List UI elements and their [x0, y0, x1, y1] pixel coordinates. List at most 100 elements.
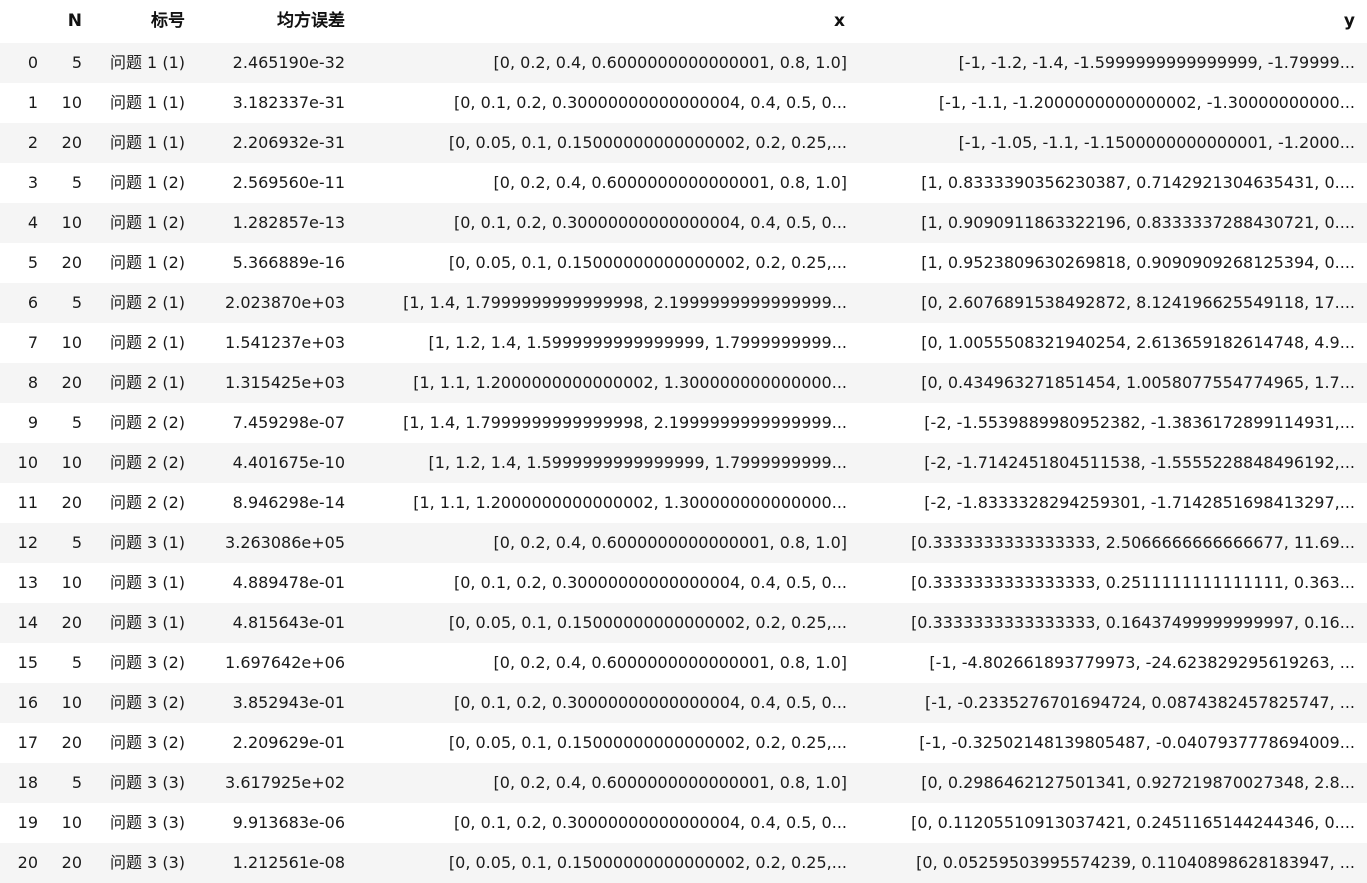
- cell-x: [0, 0.2, 0.4, 0.6000000000000001, 0.8, 1…: [493, 173, 847, 192]
- cell-n: 10: [61, 93, 82, 112]
- cell-mse: 1.212561e-08: [232, 853, 345, 872]
- table-row: 20 20 问题 3 (3) 1.212561e-08 [0, 0.05, 0.1, 0…: [0, 843, 1367, 883]
- cell-x: [1, 1.1, 1.2000000000000002, 1.300000000…: [413, 493, 847, 512]
- table-row: 5 20 问题 1 (2) 5.366889e-16 [0, 0.05, 0.1, 0.…: [0, 243, 1367, 283]
- cell-x: [0, 0.05, 0.1, 0.15000000000000002, 0.2,…: [448, 253, 847, 272]
- results-dataframe: N 标号 均方误差 x y 0 5 问题 1 (1) 2.465190e-32 [0, …: [0, 0, 1367, 883]
- table-row: 16 10 问题 3 (2) 3.852943e-01 [0, 0.1, 0.2, 0.…: [0, 683, 1367, 723]
- row-index: 14: [17, 613, 38, 632]
- row-index: 0: [27, 53, 38, 72]
- cell-n: 5: [71, 413, 82, 432]
- cell-x: [0, 0.05, 0.1, 0.15000000000000002, 0.2,…: [448, 853, 847, 872]
- cell-n: 5: [71, 653, 82, 672]
- cell-mse: 4.889478e-01: [232, 573, 345, 592]
- cell-label: 问题 1 (2): [109, 173, 185, 192]
- cell-y: [0, 0.05259503995574239, 0.1104089862818…: [916, 853, 1355, 872]
- cell-mse: 1.697642e+06: [225, 653, 345, 672]
- cell-label: 问题 2 (1): [109, 373, 185, 392]
- header-label: 标号: [94, 0, 197, 43]
- cell-n: 10: [61, 333, 82, 352]
- table-header: N 标号 均方误差 x y: [0, 0, 1367, 43]
- cell-mse: 4.401675e-10: [232, 453, 345, 472]
- row-index: 8: [27, 373, 38, 392]
- table-row: 7 10 问题 2 (1) 1.541237e+03 [1, 1.2, 1.4, 1.5…: [0, 323, 1367, 363]
- cell-label: 问题 3 (1): [109, 533, 185, 552]
- cell-y: [-1, -1.2, -1.4, -1.5999999999999999, -1…: [958, 53, 1355, 72]
- cell-label: 问题 1 (2): [109, 213, 185, 232]
- cell-y: [0, 0.2986462127501341, 0.92721987002734…: [921, 773, 1355, 792]
- cell-x: [0, 0.2, 0.4, 0.6000000000000001, 0.8, 1…: [493, 533, 847, 552]
- cell-mse: 3.852943e-01: [232, 693, 345, 712]
- cell-label: 问题 3 (3): [109, 773, 185, 792]
- table-row: 13 10 问题 3 (1) 4.889478e-01 [0, 0.1, 0.2, 0.…: [0, 563, 1367, 603]
- cell-mse: 3.263086e+05: [225, 533, 345, 552]
- row-index: 3: [27, 173, 38, 192]
- cell-n: 10: [61, 693, 82, 712]
- cell-x: [1, 1.1, 1.2000000000000002, 1.300000000…: [413, 373, 847, 392]
- cell-mse: 1.541237e+03: [225, 333, 345, 352]
- cell-label: 问题 3 (3): [109, 853, 185, 872]
- cell-y: [-2, -1.7142451804511538, -1.55552288484…: [924, 453, 1355, 472]
- cell-label: 问题 1 (1): [109, 53, 185, 72]
- table-row: 4 10 问题 1 (2) 1.282857e-13 [0, 0.1, 0.2, 0.3…: [0, 203, 1367, 243]
- cell-x: [0, 0.05, 0.1, 0.15000000000000002, 0.2,…: [448, 733, 847, 752]
- table-row: 17 20 问题 3 (2) 2.209629e-01 [0, 0.05, 0.1, 0…: [0, 723, 1367, 763]
- cell-y: [0.3333333333333333, 2.5066666666666677,…: [911, 533, 1355, 552]
- cell-x: [1, 1.4, 1.7999999999999998, 2.199999999…: [403, 413, 847, 432]
- table-row: 0 5 问题 1 (1) 2.465190e-32 [0, 0.2, 0.4, 0.60…: [0, 43, 1367, 83]
- cell-label: 问题 3 (1): [109, 613, 185, 632]
- cell-label: 问题 3 (3): [109, 813, 185, 832]
- cell-n: 20: [61, 133, 82, 152]
- cell-label: 问题 1 (2): [109, 253, 185, 272]
- row-index: 7: [27, 333, 38, 352]
- cell-n: 20: [61, 853, 82, 872]
- table-row: 18 5 问题 3 (3) 3.617925e+02 [0, 0.2, 0.4, 0.6…: [0, 763, 1367, 803]
- cell-n: 10: [61, 453, 82, 472]
- cell-y: [-1, -1.05, -1.1, -1.1500000000000001, -…: [958, 133, 1355, 152]
- cell-x: [0, 0.1, 0.2, 0.30000000000000004, 0.4, …: [454, 93, 847, 112]
- cell-y: [-1, -0.2335276701694724, 0.087438245782…: [924, 693, 1355, 712]
- cell-y: [0, 0.434963271851454, 1.005807755477496…: [921, 373, 1355, 392]
- cell-mse: 8.946298e-14: [232, 493, 345, 512]
- header-index: [0, 0, 46, 43]
- cell-mse: 2.569560e-11: [232, 173, 345, 192]
- cell-y: [1, 0.8333390356230387, 0.71429213046354…: [921, 173, 1355, 192]
- table-row: 2 20 问题 1 (1) 2.206932e-31 [0, 0.05, 0.1, 0.…: [0, 123, 1367, 163]
- cell-label: 问题 1 (1): [109, 133, 185, 152]
- cell-x: [1, 1.2, 1.4, 1.5999999999999999, 1.7999…: [428, 333, 847, 352]
- cell-y: [-2, -1.8333328294259301, -1.71428516984…: [924, 493, 1355, 512]
- row-index: 18: [17, 773, 38, 792]
- table-row: 1 10 问题 1 (1) 3.182337e-31 [0, 0.1, 0.2, 0.3…: [0, 83, 1367, 123]
- cell-mse: 3.617925e+02: [225, 773, 345, 792]
- cell-label: 问题 3 (1): [109, 573, 185, 592]
- table-row: 11 20 问题 2 (2) 8.946298e-14 [1, 1.1, 1.20000…: [0, 483, 1367, 523]
- row-index: 9: [27, 413, 38, 432]
- row-index: 19: [17, 813, 38, 832]
- cell-label: 问题 2 (1): [109, 293, 185, 312]
- row-index: 12: [17, 533, 38, 552]
- cell-mse: 4.815643e-01: [232, 613, 345, 632]
- header-row: N 标号 均方误差 x y: [0, 0, 1367, 43]
- cell-mse: 2.465190e-32: [232, 53, 345, 72]
- cell-y: [-1, -0.32502148139805487, -0.0407937778…: [919, 733, 1355, 752]
- cell-mse: 2.209629e-01: [232, 733, 345, 752]
- cell-n: 10: [61, 213, 82, 232]
- cell-x: [0, 0.1, 0.2, 0.30000000000000004, 0.4, …: [454, 213, 847, 232]
- cell-label: 问题 2 (2): [109, 413, 185, 432]
- row-index: 17: [17, 733, 38, 752]
- row-index: 1: [27, 93, 38, 112]
- cell-n: 5: [71, 53, 82, 72]
- table-row: 12 5 问题 3 (1) 3.263086e+05 [0, 0.2, 0.4, 0.6…: [0, 523, 1367, 563]
- row-index: 11: [17, 493, 38, 512]
- cell-x: [1, 1.4, 1.7999999999999998, 2.199999999…: [403, 293, 847, 312]
- cell-y: [0, 0.11205510913037421, 0.2451165144244…: [911, 813, 1355, 832]
- cell-n: 5: [71, 173, 82, 192]
- cell-label: 问题 3 (2): [109, 693, 185, 712]
- cell-label: 问题 1 (1): [109, 93, 185, 112]
- cell-label: 问题 2 (2): [109, 493, 185, 512]
- header-mse: 均方误差: [197, 0, 357, 43]
- cell-y: [0, 2.6076891538492872, 8.12419662554911…: [921, 293, 1355, 312]
- row-index: 16: [17, 693, 38, 712]
- cell-x: [0, 0.05, 0.1, 0.15000000000000002, 0.2,…: [448, 133, 847, 152]
- cell-n: 10: [61, 573, 82, 592]
